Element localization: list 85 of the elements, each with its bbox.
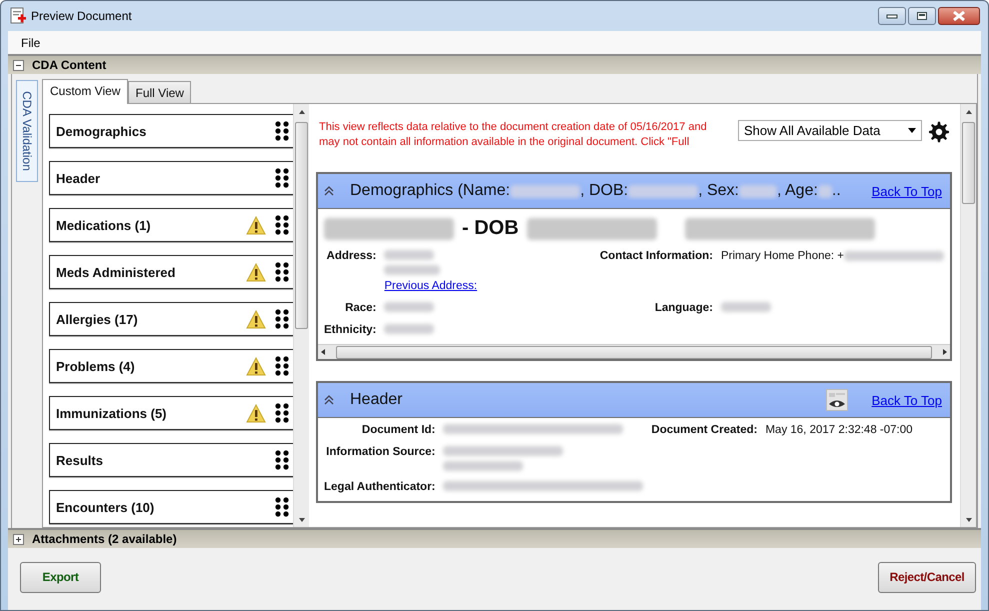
- scrollbar-thumb[interactable]: [295, 122, 308, 329]
- dropdown-arrow-icon: [908, 128, 916, 133]
- section-nav-item[interactable]: Allergies (17): [49, 302, 293, 336]
- field-label: Address:: [326, 250, 376, 262]
- section-title: , Age:: [776, 182, 818, 200]
- section-title: , Sex:: [698, 182, 739, 200]
- collapse-chevron-icon[interactable]: [324, 395, 334, 405]
- dob-label: - DOB: [462, 217, 519, 240]
- field-label: Contact Information:: [600, 250, 713, 262]
- grip-icon: [275, 356, 289, 376]
- scroll-up-icon[interactable]: [964, 108, 972, 116]
- horizontal-scrollbar[interactable]: [318, 344, 950, 359]
- blurred-text: [510, 184, 580, 198]
- notice-text: This view reflects data relative to the document creation date of 05/16/2017 and may not contain all information available in the original document. Click "Full: [319, 120, 708, 150]
- previous-address-link[interactable]: Previous Address:: [384, 280, 478, 292]
- section-nav-item[interactable]: Meds Administered: [49, 255, 293, 289]
- section-nav-item[interactable]: Results: [49, 443, 293, 477]
- back-to-top-link[interactable]: Back To Top: [872, 184, 942, 198]
- view-tab[interactable]: Custom View: [42, 79, 128, 104]
- blurred-text: [738, 184, 777, 198]
- grip-icon: [275, 215, 289, 235]
- panel-title: CDA Content: [32, 58, 106, 72]
- vertical-scrollbar[interactable]: [293, 104, 309, 527]
- section-nav-item[interactable]: Encounters (10): [49, 490, 293, 524]
- section-nav-item[interactable]: Header: [49, 161, 293, 195]
- section-nav-item[interactable]: Problems (4): [49, 349, 293, 383]
- field-label: Document Created:: [651, 424, 758, 436]
- grip-icon: [275, 497, 289, 517]
- collapse-icon[interactable]: [13, 60, 24, 70]
- field-label: Document Id:: [360, 424, 436, 436]
- vertical-scrollbar[interactable]: [960, 104, 976, 527]
- window-title: Preview Document: [31, 9, 133, 23]
- field-label: Language:: [654, 302, 713, 314]
- scrollbar-thumb[interactable]: [962, 122, 975, 204]
- grip-icon: [275, 262, 289, 282]
- expand-icon[interactable]: [13, 534, 24, 544]
- close-button[interactable]: [938, 7, 980, 25]
- grip-icon: [275, 450, 289, 470]
- back-to-top-link[interactable]: Back To Top: [872, 392, 942, 408]
- section-title: ..: [832, 182, 841, 200]
- scroll-down-icon[interactable]: [298, 516, 306, 524]
- grip-icon: [275, 403, 289, 423]
- field-value: May 16, 2017 2:32:48 -07:00: [765, 424, 913, 436]
- preview-eye-icon[interactable]: [826, 389, 848, 411]
- filter-dropdown[interactable]: Show All Available Data: [738, 120, 922, 141]
- view-tab[interactable]: Full View: [128, 81, 191, 103]
- field-label: Legal Authenticator:: [324, 481, 436, 493]
- maximize-button[interactable]: [908, 7, 936, 25]
- document-icon: [10, 7, 26, 25]
- blurred-text: [818, 184, 832, 198]
- section-title: , DOB:: [580, 182, 628, 200]
- scroll-up-icon[interactable]: [298, 108, 306, 116]
- maximize-icon: [916, 11, 928, 21]
- scroll-down-icon[interactable]: [964, 516, 972, 524]
- section-nav-item[interactable]: Medications (1): [49, 208, 293, 242]
- field-label: Information Source:: [325, 446, 436, 458]
- grip-icon: [275, 121, 289, 141]
- section-title: Header: [350, 391, 402, 409]
- blurred-text: [384, 265, 440, 275]
- collapse-chevron-icon[interactable]: [324, 186, 334, 196]
- blurred-text: [720, 302, 771, 312]
- minimize-button[interactable]: [878, 7, 906, 25]
- field-value: Primary Home Phone: +: [720, 250, 844, 262]
- panel-title: Attachments (2 available): [32, 532, 177, 546]
- scrollbar-thumb[interactable]: [336, 346, 932, 358]
- grip-icon: [275, 309, 289, 329]
- field-label: Ethnicity:: [324, 324, 376, 336]
- blurred-text: [384, 302, 434, 312]
- minimize-icon: [886, 13, 898, 19]
- blurred-text: [628, 184, 698, 198]
- close-icon: [952, 11, 966, 21]
- menu-item[interactable]: File: [14, 34, 48, 52]
- panel-header[interactable]: Attachments (2 available): [8, 528, 981, 548]
- grip-icon: [275, 168, 289, 188]
- panel-header[interactable]: CDA Content: [8, 54, 981, 74]
- settings-icon[interactable]: [928, 121, 950, 143]
- export-button[interactable]: Export: [20, 562, 101, 592]
- section-nav-item[interactable]: Immunizations (5): [49, 396, 293, 430]
- section-nav-item[interactable]: Demographics: [49, 114, 293, 148]
- blurred-text: [384, 250, 434, 260]
- cancel-button[interactable]: Reject/Cancel: [878, 562, 976, 592]
- blurred-text: [384, 324, 434, 334]
- section-title: Demographics (Name:: [350, 182, 510, 200]
- field-label: Race:: [344, 302, 376, 314]
- validation-side-tab[interactable]: CDA Validation: [16, 80, 38, 182]
